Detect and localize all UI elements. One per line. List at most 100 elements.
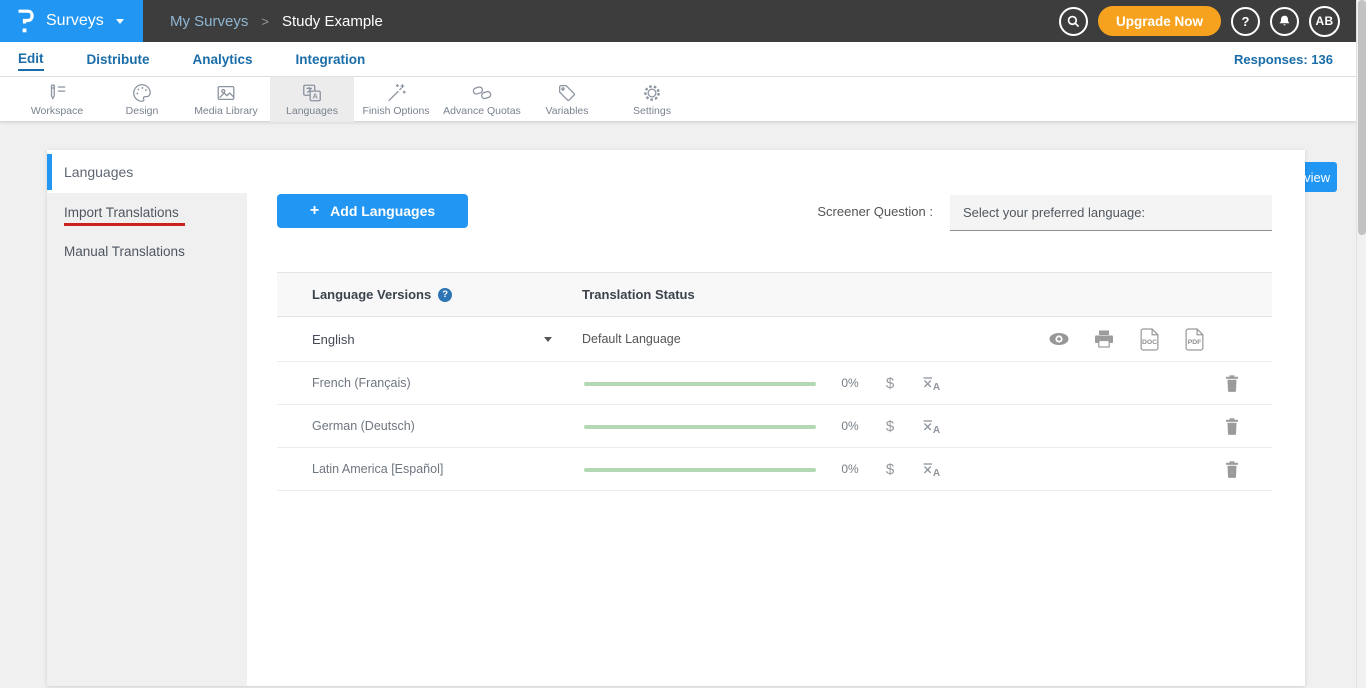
trash-icon: [1225, 375, 1239, 392]
workspace-icon: [46, 82, 68, 104]
toolbar-item-design[interactable]: Design: [100, 77, 184, 122]
chevron-down-icon[interactable]: [544, 337, 552, 342]
tab-analytics[interactable]: Analytics: [193, 49, 253, 70]
table-row-french: French (Français) 0% $ A: [277, 362, 1272, 405]
questionpro-logo-icon: [16, 8, 36, 34]
add-languages-label: Add Languages: [330, 203, 435, 219]
toolbar-item-languages[interactable]: A Languages: [270, 77, 354, 122]
paid-translation-button[interactable]: $: [879, 405, 901, 447]
upgrade-now-button[interactable]: Upgrade Now: [1098, 6, 1221, 36]
survey-nav: Edit Distribute Analytics Integration Re…: [0, 42, 1366, 77]
bell-icon: [1277, 14, 1292, 29]
sidebar-item-import-translations[interactable]: Import Translations: [64, 205, 179, 220]
help-button[interactable]: ?: [1231, 7, 1260, 36]
trash-icon: [1225, 461, 1239, 478]
tag-icon: [556, 82, 578, 104]
tab-integration[interactable]: Integration: [296, 49, 366, 70]
breadcrumb-my-surveys[interactable]: My Surveys: [170, 13, 248, 30]
svg-text:A: A: [933, 425, 940, 435]
table-row-default-language: English Default Language: [277, 317, 1272, 362]
translation-percent: 0%: [833, 362, 867, 404]
delete-language-button[interactable]: [1225, 418, 1239, 440]
doc-file-icon: DOC: [1139, 328, 1160, 351]
translate-icon: A: [922, 418, 942, 435]
toolbar-item-workspace[interactable]: Workspace: [15, 77, 99, 122]
pdf-file-icon: PDF: [1184, 328, 1205, 351]
toolbar-item-advance-quotas[interactable]: Advance Quotas: [440, 77, 524, 122]
svg-text:DOC: DOC: [1141, 339, 1156, 346]
svg-text:A: A: [313, 92, 319, 101]
magic-wand-icon: [385, 82, 407, 104]
delete-language-button[interactable]: [1225, 375, 1239, 397]
toolbar-item-media-library[interactable]: Media Library: [184, 77, 268, 122]
view-survey-button[interactable]: [1047, 332, 1071, 346]
toolbar-item-variables[interactable]: Variables: [525, 77, 609, 122]
translate-button[interactable]: A: [922, 461, 942, 483]
svg-text:A: A: [933, 382, 940, 392]
chain-link-icon: [471, 82, 493, 104]
app-window: Surveys My Surveys > Study Example Upgra…: [0, 0, 1366, 688]
translation-percent: 0%: [833, 405, 867, 447]
table-header-row: Language Versions ? Translation Status: [277, 272, 1272, 317]
chevron-down-icon: [116, 19, 124, 24]
printer-icon: [1094, 330, 1114, 348]
translate-button[interactable]: A: [922, 375, 942, 397]
panel-main: + Add Languages Screener Question : Sele…: [247, 193, 1305, 686]
red-underline-annotation: [64, 223, 185, 226]
print-survey-button[interactable]: [1092, 330, 1116, 348]
languages-icon: A: [301, 82, 323, 104]
translate-icon: A: [922, 461, 942, 478]
breadcrumb: My Surveys > Study Example: [170, 0, 383, 42]
screener-question-select[interactable]: Select your preferred language:: [950, 195, 1272, 231]
eye-icon: [1048, 332, 1070, 346]
notifications-button[interactable]: [1270, 7, 1299, 36]
translation-percent: 0%: [833, 448, 867, 490]
tab-distribute[interactable]: Distribute: [87, 49, 150, 70]
title-accent-bar: [47, 154, 52, 190]
product-menu-label: Surveys: [46, 12, 104, 30]
default-row-actions: DOC PDF: [1047, 317, 1206, 361]
user-avatar[interactable]: AB: [1309, 6, 1340, 37]
plus-icon: +: [310, 202, 319, 220]
translation-progress-bar: [584, 382, 816, 386]
toolbar-item-settings[interactable]: Settings: [610, 77, 694, 122]
paid-translation-button[interactable]: $: [879, 362, 901, 404]
default-language-status: Default Language: [582, 317, 681, 361]
gear-icon: [641, 82, 663, 104]
export-pdf-button[interactable]: PDF: [1182, 328, 1206, 351]
svg-text:A: A: [933, 468, 940, 478]
search-icon: [1066, 14, 1081, 29]
edit-toolbar: Workspace Design Media Library: [0, 77, 1366, 122]
header-actions: Upgrade Now ? AB: [1059, 0, 1340, 42]
breadcrumb-separator: >: [261, 14, 269, 29]
column-translation-status: Translation Status: [582, 273, 695, 316]
page-scrollbar[interactable]: [1356, 0, 1366, 688]
language-name: German (Deutsch): [312, 405, 415, 447]
sidebar-item-manual-translations[interactable]: Manual Translations: [64, 244, 185, 259]
scrollbar-thumb[interactable]: [1358, 0, 1366, 235]
product-menu[interactable]: Surveys: [0, 0, 143, 42]
panel-title: Languages: [64, 150, 133, 193]
paid-translation-button[interactable]: $: [879, 448, 901, 490]
search-button[interactable]: [1059, 7, 1088, 36]
screener-question-label: Screener Question :: [677, 204, 933, 219]
responses-count-link[interactable]: Responses: 136: [1234, 42, 1333, 77]
image-icon: [215, 82, 237, 104]
export-doc-button[interactable]: DOC: [1137, 328, 1161, 351]
delete-language-button[interactable]: [1225, 461, 1239, 483]
top-header: Surveys My Surveys > Study Example Upgra…: [0, 0, 1366, 42]
language-name: Latin America [Español]: [312, 448, 443, 490]
language-name: French (Français): [312, 362, 411, 404]
default-language-dropdown[interactable]: English: [312, 317, 355, 361]
translation-progress-bar: [584, 468, 816, 472]
help-icon[interactable]: ?: [438, 288, 452, 302]
svg-text:PDF: PDF: [1187, 339, 1201, 346]
palette-icon: [131, 82, 153, 104]
tab-edit[interactable]: Edit: [18, 48, 44, 71]
toolbar-item-finish-options[interactable]: Finish Options: [354, 77, 438, 122]
languages-panel: Languages Import Translations Manual Tra…: [47, 150, 1305, 686]
column-language-versions: Language Versions ?: [312, 273, 452, 316]
languages-table: Language Versions ? Translation Status E…: [277, 272, 1272, 491]
add-languages-button[interactable]: + Add Languages: [277, 194, 468, 228]
translate-button[interactable]: A: [922, 418, 942, 440]
